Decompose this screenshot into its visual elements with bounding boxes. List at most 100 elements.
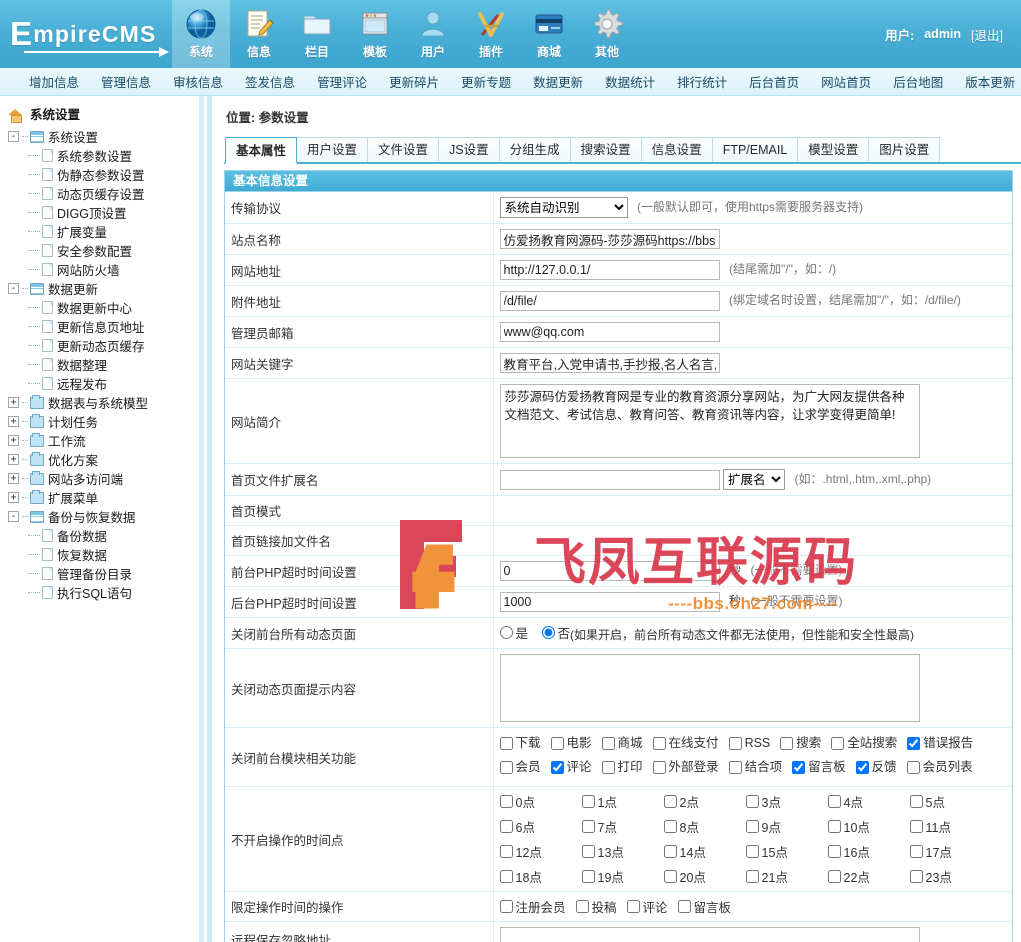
subnav-item-0[interactable]: 增加信息: [18, 72, 90, 91]
subnav-item-12[interactable]: 后台地图: [882, 72, 954, 91]
closemodules-item-checkbox-5[interactable]: [780, 737, 794, 750]
closehours-item-checkbox-8[interactable]: [663, 820, 677, 833]
sidebar-item-5[interactable]: 扩展变量: [6, 222, 195, 241]
expand-toggle-icon[interactable]: +: [8, 454, 19, 465]
sidebar-item-13[interactable]: 远程发布: [6, 374, 195, 393]
sitename-input[interactable]: [499, 229, 720, 249]
collapse-toggle-icon[interactable]: -: [8, 283, 19, 294]
closemodules-item-6[interactable]: 全站搜索: [831, 733, 897, 754]
closehours-item-checkbox-15[interactable]: [745, 845, 759, 858]
closemodules-item-1[interactable]: 电影: [550, 733, 592, 754]
closemodules-item-checkbox-3[interactable]: [652, 737, 666, 750]
closemodules-item-checkbox-3[interactable]: [652, 761, 666, 774]
subnav-item-1[interactable]: 管理信息: [90, 72, 162, 91]
expand-toggle-icon[interactable]: +: [8, 435, 19, 446]
closehours-item-6[interactable]: 6点: [499, 817, 582, 836]
sidebar-item-12[interactable]: 数据整理: [6, 355, 195, 374]
menu-item-user[interactable]: 用户: [404, 0, 462, 68]
closedynamic-no[interactable]: 否: [541, 623, 570, 642]
closemodules-item-4[interactable]: 结合项: [728, 757, 782, 778]
tab-5[interactable]: 搜索设置: [569, 137, 642, 162]
subnav-item-8[interactable]: 数据统计: [594, 72, 666, 91]
closemodules-item-checkbox-0[interactable]: [499, 761, 513, 774]
tab-4[interactable]: 分组生成: [498, 137, 571, 162]
sidebar-item-8[interactable]: - 数据更新: [6, 279, 195, 298]
closemodules-item-3[interactable]: 外部登录: [652, 757, 719, 778]
closemodules-item-0[interactable]: 下载: [499, 733, 541, 754]
email-input[interactable]: [499, 322, 720, 342]
closehours-item-12[interactable]: 12点: [499, 842, 582, 861]
phptime-front-input[interactable]: [499, 561, 720, 581]
closehours-item-7[interactable]: 7点: [581, 817, 664, 836]
closemodules-item-checkbox-6[interactable]: [831, 737, 845, 750]
closemodules-item-0[interactable]: 会员: [499, 757, 541, 778]
tab-7[interactable]: FTP/EMAIL: [711, 137, 799, 162]
menu-item-shop[interactable]: 商城: [520, 0, 578, 68]
remoteignore-textarea[interactable]: [499, 927, 920, 942]
closehours-item-11[interactable]: 11点: [909, 817, 992, 836]
closehours-item-checkbox-13[interactable]: [581, 845, 595, 858]
subnav-item-4[interactable]: 管理评论: [306, 72, 378, 91]
closehours-item-checkbox-18[interactable]: [499, 870, 513, 883]
closemodules-item-7[interactable]: 错误报告: [907, 733, 973, 754]
closemodules-item-6[interactable]: 反馈: [855, 757, 897, 778]
sidebar-item-9[interactable]: 数据更新中心: [6, 298, 195, 317]
closehours-item-15[interactable]: 15点: [745, 842, 828, 861]
closehours-item-1[interactable]: 1点: [581, 792, 664, 811]
closemodules-item-checkbox-1[interactable]: [550, 761, 564, 774]
phptime-back-input[interactable]: [499, 592, 720, 612]
closemodules-item-2[interactable]: 打印: [601, 757, 643, 778]
limitops-item-checkbox-3[interactable]: [677, 900, 691, 913]
closehours-item-checkbox-14[interactable]: [663, 845, 677, 858]
subnav-item-3[interactable]: 签发信息: [234, 72, 306, 91]
closehours-item-18[interactable]: 18点: [499, 867, 582, 886]
closemodules-item-5[interactable]: 留言板: [792, 757, 846, 778]
siteurl-input[interactable]: [499, 260, 720, 280]
subnav-item-2[interactable]: 审核信息: [162, 72, 234, 91]
indexext-input[interactable]: [499, 469, 720, 490]
sidebar-item-22[interactable]: 恢复数据: [6, 545, 195, 564]
closehours-item-checkbox-1[interactable]: [581, 795, 595, 808]
tab-0[interactable]: 基本属性: [225, 137, 298, 164]
closedynamic-yes[interactable]: 是: [499, 623, 528, 642]
tab-3[interactable]: JS设置: [438, 137, 500, 162]
sidebar-item-4[interactable]: DIGG顶设置: [6, 203, 195, 222]
closehours-item-9[interactable]: 9点: [745, 817, 828, 836]
closemodules-item-checkbox-4[interactable]: [728, 761, 742, 774]
sidebar-item-24[interactable]: 执行SQL语句: [6, 583, 195, 602]
closemodules-item-1[interactable]: 评论: [550, 757, 592, 778]
closemodules-item-2[interactable]: 商城: [601, 733, 643, 754]
subnav-item-7[interactable]: 数据更新: [522, 72, 594, 91]
subnav-item-10[interactable]: 后台首页: [738, 72, 810, 91]
closehours-item-3[interactable]: 3点: [745, 792, 828, 811]
closehours-item-22[interactable]: 22点: [827, 867, 910, 886]
closehours-item-8[interactable]: 8点: [663, 817, 746, 836]
closehours-item-checkbox-19[interactable]: [581, 870, 595, 883]
closehours-item-checkbox-12[interactable]: [499, 845, 513, 858]
closehours-item-21[interactable]: 21点: [745, 867, 828, 886]
sidebar-item-6[interactable]: 安全参数配置: [6, 241, 195, 260]
closemodules-item-checkbox-2[interactable]: [601, 737, 615, 750]
closehours-item-checkbox-6[interactable]: [499, 820, 513, 833]
closehours-item-13[interactable]: 13点: [581, 842, 664, 861]
closemodules-item-checkbox-7[interactable]: [906, 761, 920, 774]
intro-textarea[interactable]: 莎莎源码仿爱扬教育网是专业的教育资源分享网站，为广大网友提供各种文档范文、考试信…: [499, 384, 920, 458]
closehours-item-checkbox-20[interactable]: [663, 870, 677, 883]
collapse-toggle-icon[interactable]: -: [8, 131, 19, 142]
subnav-item-5[interactable]: 更新碎片: [378, 72, 450, 91]
closemodules-item-checkbox-7[interactable]: [907, 737, 921, 750]
closemodules-item-checkbox-4[interactable]: [728, 737, 742, 750]
menu-item-template[interactable]: 模板: [346, 0, 404, 68]
closehours-item-checkbox-3[interactable]: [745, 795, 759, 808]
closehours-item-checkbox-9[interactable]: [745, 820, 759, 833]
tab-1[interactable]: 用户设置: [296, 137, 369, 162]
sidebar-item-19[interactable]: + 扩展菜单: [6, 488, 195, 507]
fileurl-input[interactable]: [499, 291, 720, 311]
closehours-item-2[interactable]: 2点: [663, 792, 746, 811]
closehours-item-19[interactable]: 19点: [581, 867, 664, 886]
limitops-item-checkbox-1[interactable]: [575, 900, 589, 913]
sidebar-item-1[interactable]: 系统参数设置: [6, 146, 195, 165]
closehours-item-checkbox-16[interactable]: [827, 845, 841, 858]
limitops-item-checkbox-0[interactable]: [499, 900, 513, 913]
closemodules-item-4[interactable]: RSS: [728, 733, 770, 754]
